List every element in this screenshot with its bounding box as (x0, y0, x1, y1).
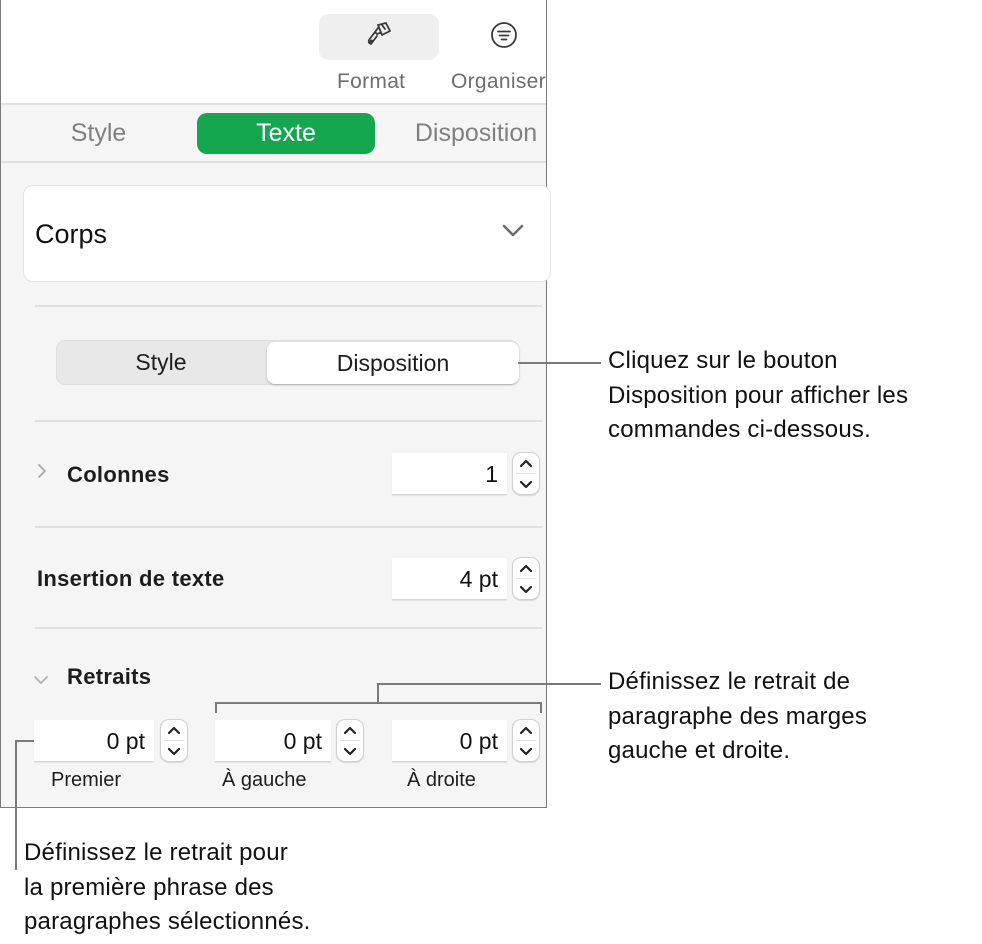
format-sidebar: Format Organiser Style Texte Disposition… (0, 0, 551, 808)
stepper-down-icon[interactable] (161, 741, 187, 761)
divider (35, 420, 542, 422)
stepper-up-icon[interactable] (337, 720, 363, 740)
divider (35, 627, 542, 629)
segment-layout[interactable]: Disposition (267, 342, 519, 384)
style-layout-segmented-control: Style Disposition (56, 340, 519, 385)
paragraph-style-value: Corps (35, 219, 108, 249)
tab-text[interactable]: Texte (197, 113, 375, 154)
columns-field[interactable]: 1 (392, 453, 507, 495)
segment-style[interactable]: Style (57, 341, 265, 384)
callout-line-text: la première phrase des (24, 873, 274, 901)
tab-layout[interactable]: Disposition (397, 113, 555, 154)
first-line-indent-stepper[interactable] (160, 719, 188, 762)
paragraph-style-popup[interactable]: Corps (23, 185, 551, 282)
divider (35, 526, 542, 528)
callout-line-layout (518, 362, 601, 364)
stepper-up-icon[interactable] (513, 558, 539, 578)
divider (35, 305, 542, 307)
toolbar: Format Organiser (1, 0, 546, 105)
organise-icon (489, 20, 519, 55)
callout-left-right-indent: Définissez le retrait de paragraphe des … (608, 665, 867, 769)
right-indent-stepper[interactable] (512, 719, 540, 762)
right-indent-field[interactable]: 0 pt (392, 720, 507, 762)
first-line-indent-label: Premier (51, 769, 122, 791)
callout-line-text: Cliquez sur le bouton (608, 347, 838, 374)
callout-line-text: Disposition pour afficher les (608, 381, 909, 409)
callout-line-text: gauche et droite. (608, 737, 791, 764)
columns-stepper[interactable] (512, 452, 540, 495)
stepper-down-icon[interactable] (513, 474, 539, 494)
callout-line-left-right (377, 683, 601, 685)
format-label: Format (337, 70, 406, 93)
callout-line-text: paragraphe des marges (608, 702, 868, 730)
callout-line-first-line (15, 740, 34, 742)
callout-line-first-line (15, 740, 17, 870)
format-button[interactable] (319, 14, 439, 60)
chevron-right-icon[interactable] (37, 463, 47, 484)
text-inset-label: Insertion de texte (37, 566, 225, 591)
stepper-up-icon[interactable] (513, 453, 539, 473)
callout-bracket-left-right (215, 702, 217, 713)
right-indent-label: À droite (407, 769, 476, 791)
stepper-down-icon[interactable] (337, 741, 363, 761)
left-indent-stepper[interactable] (336, 719, 364, 762)
first-line-indent-field[interactable]: 0 pt (34, 720, 154, 762)
callout-line-text: Définissez le retrait de (608, 668, 851, 695)
stepper-down-icon[interactable] (513, 741, 539, 761)
indents-label: Retraits (67, 664, 152, 689)
callout-layout-button: Cliquez sur le bouton Disposition pour a… (608, 344, 908, 448)
left-indent-label: À gauche (222, 769, 307, 791)
stepper-down-icon[interactable] (513, 579, 539, 599)
callout-bracket-left-right (540, 702, 542, 713)
chevron-down-icon[interactable] (33, 672, 49, 690)
callout-line-text: paragraphes sélectionnés. (24, 908, 311, 935)
inspector-tabs: Style Texte Disposition (1, 105, 546, 163)
text-inset-stepper[interactable] (512, 557, 540, 600)
callout-line-text: commandes ci-dessous. (608, 416, 871, 443)
stepper-up-icon[interactable] (161, 720, 187, 740)
callout-line-text: Définissez le retrait pour (24, 839, 288, 866)
organise-label: Organiser (451, 70, 546, 93)
stepper-up-icon[interactable] (513, 720, 539, 740)
paintbrush-icon (364, 20, 394, 55)
callout-first-line-indent: Définissez le retrait pour la première p… (24, 836, 311, 940)
callout-line-left-right (377, 683, 379, 703)
tab-style[interactable]: Style (41, 113, 156, 154)
text-inset-field[interactable]: 4 pt (392, 558, 507, 600)
chevron-down-icon (502, 224, 524, 243)
columns-label: Colonnes (67, 462, 170, 487)
left-indent-field[interactable]: 0 pt (215, 720, 331, 762)
organise-button[interactable] (444, 14, 564, 60)
